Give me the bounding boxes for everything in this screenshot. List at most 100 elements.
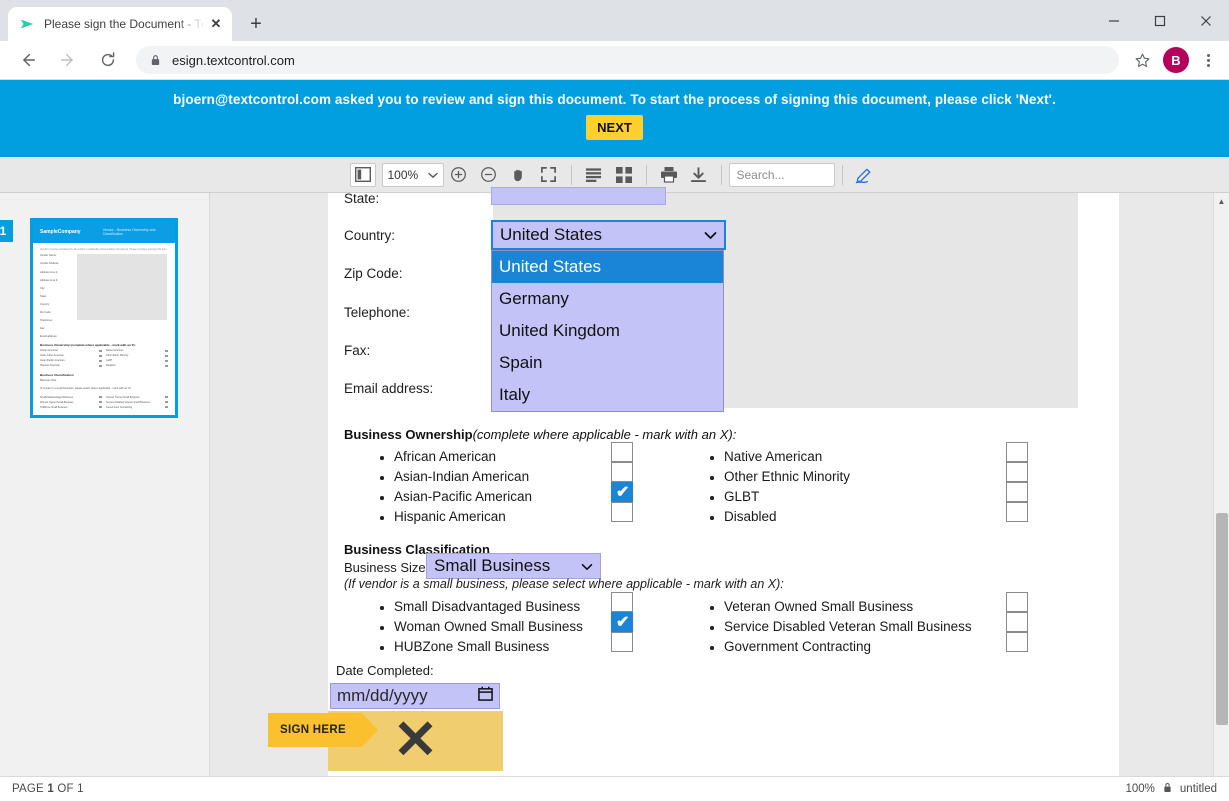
banner-message: bjoern@textcontrol.com asked you to revi…	[173, 92, 1056, 107]
list-item: Native American	[706, 447, 850, 467]
tab-strip: Please sign the Document - Text ✕ +	[0, 0, 1229, 41]
business-classification-note: (If vendor is a small business, please s…	[344, 577, 784, 591]
checkbox-asian-pacific-american[interactable]	[611, 482, 633, 502]
field-label-fax: Fax:	[344, 343, 370, 358]
document-canvas[interactable]: State: Country: Zip Code: Telephone: Fax…	[210, 193, 1229, 789]
country-option-italy[interactable]: Italy	[492, 379, 723, 411]
zoom-select[interactable]: 100%	[382, 163, 444, 187]
toolbar-divider-2	[646, 165, 647, 185]
checkbox-other-ethnic-minority[interactable]	[1006, 462, 1028, 482]
zoom-in-icon[interactable]	[444, 162, 474, 188]
checkbox-government-contracting[interactable]	[1006, 632, 1028, 652]
date-placeholder: mm/dd/yyyy	[337, 686, 428, 706]
list-item: African American	[376, 447, 532, 467]
scroll-up-arrow-icon[interactable]: ▲	[1214, 193, 1229, 209]
fullscreen-fit-icon[interactable]	[534, 162, 564, 188]
zoom-out-icon[interactable]	[474, 162, 504, 188]
calendar-icon[interactable]	[478, 686, 493, 706]
checkbox-service-disabled-veteran-small-business[interactable]	[1006, 612, 1028, 632]
checkbox-disabled[interactable]	[1006, 502, 1028, 522]
checkbox-hubzone-small-business[interactable]	[611, 632, 633, 652]
printer-icon[interactable]	[654, 162, 684, 188]
list-item: Woman Owned Small Business	[376, 617, 583, 637]
list-item: Disabled	[706, 507, 850, 527]
scrollbar-thumb[interactable]	[1216, 513, 1228, 725]
thumb-row: Other Ethnic Minority	[106, 354, 168, 357]
panel-toggle-icon[interactable]	[350, 163, 376, 187]
grid-page-view-icon[interactable]	[609, 162, 639, 188]
forward-icon[interactable]	[52, 44, 84, 76]
signature-x-mark: ✕	[393, 719, 438, 762]
toolbar-divider-3	[721, 165, 722, 185]
hand-pan-icon[interactable]	[504, 162, 534, 188]
business-classification-right-list: Veteran Owned Small Business Service Dis…	[706, 597, 972, 657]
field-label-country: Country:	[344, 228, 395, 243]
country-option-germany[interactable]: Germany	[492, 283, 723, 315]
vertical-scrollbar[interactable]: ▲ ▼	[1213, 193, 1229, 789]
business-classification-left-checkboxes	[611, 592, 633, 652]
list-item: Veteran Owned Small Business	[706, 597, 972, 617]
download-icon[interactable]	[684, 162, 714, 188]
country-option-united-states[interactable]: United States	[492, 251, 723, 283]
list-item: Small Disadvantaged Business	[376, 597, 583, 617]
single-page-view-icon[interactable]	[579, 162, 609, 188]
country-select[interactable]: United States	[491, 220, 726, 250]
thumb-date-label: Date Completed:	[40, 415, 168, 418]
country-option-united-kingdom[interactable]: United Kingdom	[492, 315, 723, 347]
browser-tab[interactable]: Please sign the Document - Text ✕	[8, 7, 232, 41]
country-dropdown-list[interactable]: United States Germany United Kingdom Spa…	[491, 250, 724, 412]
checkbox-asian-indian-american[interactable]	[611, 462, 633, 482]
signature-pen-icon[interactable]	[850, 162, 880, 188]
checkbox-veteran-owned-small-business[interactable]	[1006, 592, 1028, 612]
thumb-label: Email address:	[40, 335, 168, 338]
business-ownership-left-checkboxes	[611, 442, 633, 522]
tab-title: Please sign the Document - Text	[44, 17, 208, 31]
thumb-fields: Vendor Name: Vendor Address: Address Lin…	[33, 254, 175, 338]
checkbox-woman-owned-small-business[interactable]	[611, 612, 633, 632]
thumb-size-label: Business Size	[40, 379, 168, 382]
thumb-intro: Vendors must be completed by all vendors…	[33, 243, 175, 254]
avatar[interactable]: B	[1163, 47, 1189, 73]
status-page-total: 1	[77, 783, 84, 795]
kebab-menu-icon[interactable]	[1195, 45, 1221, 75]
sign-here-tag[interactable]: SIGN HERE	[268, 713, 362, 747]
url-input[interactable]: esign.textcontrol.com	[136, 46, 1119, 74]
status-page-current: 1	[47, 783, 54, 795]
close-icon[interactable]: ✕	[208, 16, 224, 32]
thumb-row: Government Contracting	[106, 406, 168, 409]
page-thumbnail-1[interactable]: SampleCompany Vendor - Business Ownershi…	[30, 218, 178, 418]
state-input[interactable]	[491, 187, 666, 205]
browser-window: Please sign the Document - Text ✕ +	[0, 0, 1229, 801]
date-completed-input[interactable]: mm/dd/yyyy	[330, 683, 500, 709]
checkbox-glbt[interactable]	[1006, 482, 1028, 502]
address-bar: esign.textcontrol.com B	[0, 41, 1229, 80]
next-button[interactable]: NEXT	[586, 115, 643, 140]
business-size-select[interactable]: Small Business	[426, 553, 601, 579]
list-item: Government Contracting	[706, 637, 972, 657]
checkbox-small-disadvantaged-business[interactable]	[611, 592, 633, 612]
bookmark-star-icon[interactable]	[1127, 45, 1157, 75]
back-icon[interactable]	[12, 44, 44, 76]
checkbox-african-american[interactable]	[611, 442, 633, 462]
reload-icon[interactable]	[92, 44, 124, 76]
thumb-row: Asian-Pacific American	[40, 359, 102, 362]
thumb-header-right: Vendor - Business Ownership and Classifi…	[103, 228, 168, 236]
web-page: bjoern@textcontrol.com asked you to revi…	[0, 80, 1229, 801]
toolbar-divider	[571, 165, 572, 185]
country-option-spain[interactable]: Spain	[492, 347, 723, 379]
search-input[interactable]: Search...	[729, 163, 835, 187]
minimize-icon[interactable]	[1091, 5, 1137, 37]
status-zoom: 100%	[1125, 783, 1154, 795]
checkbox-hispanic-american[interactable]	[611, 502, 633, 522]
new-tab-button[interactable]: +	[242, 10, 270, 38]
thumb-section2-title: Business Classification	[40, 373, 168, 377]
lock-icon	[1163, 782, 1172, 796]
close-window-icon[interactable]	[1183, 5, 1229, 37]
thumb-company-name: SampleCompany	[40, 229, 81, 235]
thumbnail-pane: SampleCompany Vendor - Business Ownershi…	[0, 193, 210, 789]
thumb-row: African American	[40, 349, 102, 352]
checkbox-native-american[interactable]	[1006, 442, 1028, 462]
thumb-label: Fax:	[40, 327, 168, 330]
maximize-icon[interactable]	[1137, 5, 1183, 37]
business-size-label: Business Size	[344, 560, 426, 575]
